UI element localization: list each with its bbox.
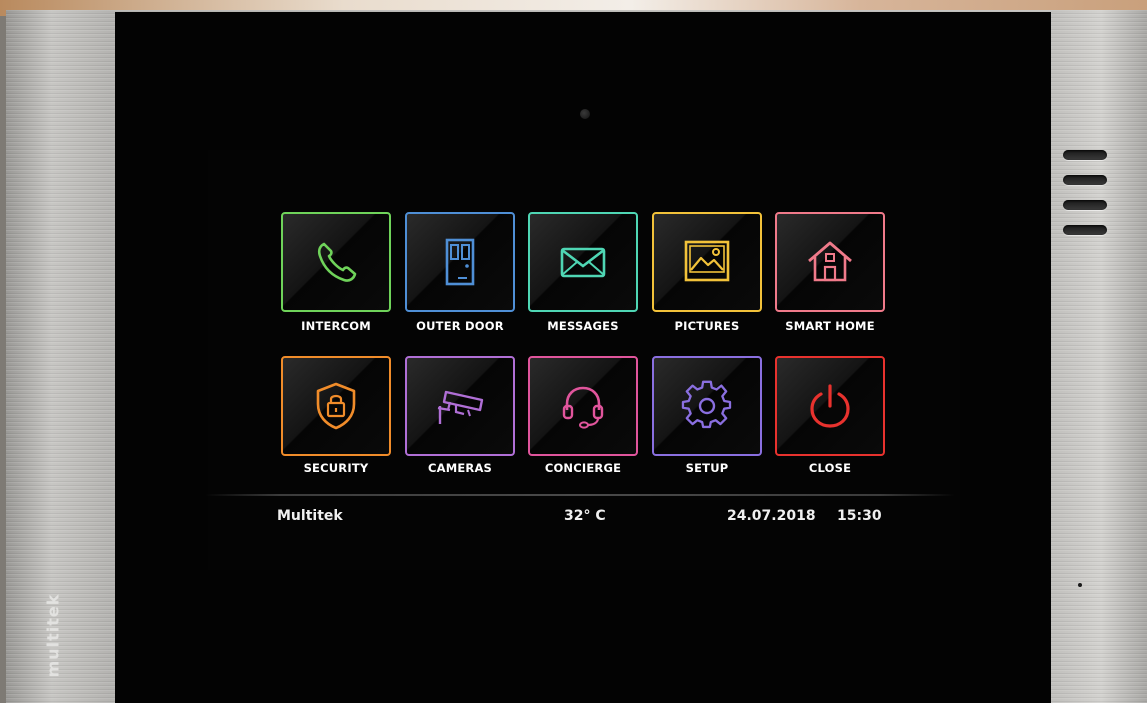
intercom-button[interactable]	[281, 212, 391, 312]
glass-panel: INTERCOM OUTER DOOR MESSAGES PICTURES SM…	[115, 12, 1051, 703]
smart-home-button[interactable]	[775, 212, 885, 312]
pictures-button[interactable]	[652, 212, 762, 312]
picture-icon	[684, 240, 730, 282]
speaker-grille-slot	[1063, 200, 1107, 210]
concierge-button[interactable]	[528, 356, 638, 456]
gear-icon	[681, 380, 732, 429]
security-button[interactable]	[281, 356, 391, 456]
status-divider	[205, 494, 955, 496]
close-button[interactable]	[775, 356, 885, 456]
outer-door-button[interactable]	[405, 212, 515, 312]
speaker-grille-slot	[1063, 225, 1107, 235]
house-icon	[808, 241, 852, 282]
bezel-brand-text: multitek	[43, 593, 63, 677]
status-brand: Multitek	[277, 508, 343, 524]
camera-lens-icon	[580, 109, 590, 119]
envelope-icon	[560, 247, 606, 278]
cameras-button[interactable]	[405, 356, 515, 456]
messages-button[interactable]	[528, 212, 638, 312]
power-icon	[810, 384, 850, 428]
speaker-grille-slot	[1063, 150, 1107, 160]
setup-button[interactable]	[652, 356, 762, 456]
door-icon	[445, 238, 475, 286]
microphone-hole	[1078, 583, 1082, 587]
speaker-grille-slot	[1063, 175, 1107, 185]
shield-lock-icon	[316, 382, 356, 430]
status-date: 24.07.2018	[727, 508, 816, 524]
status-time: 15:30	[837, 508, 882, 524]
headset-icon	[562, 386, 604, 429]
smart-home-label[interactable]: SMART HOME	[755, 319, 905, 333]
close-label[interactable]: CLOSE	[755, 461, 905, 475]
phone-icon	[317, 242, 357, 282]
cctv-camera-icon	[437, 390, 484, 424]
bezel-brand-logo: multitek	[40, 580, 66, 690]
status-temperature: 32° C	[564, 508, 606, 524]
